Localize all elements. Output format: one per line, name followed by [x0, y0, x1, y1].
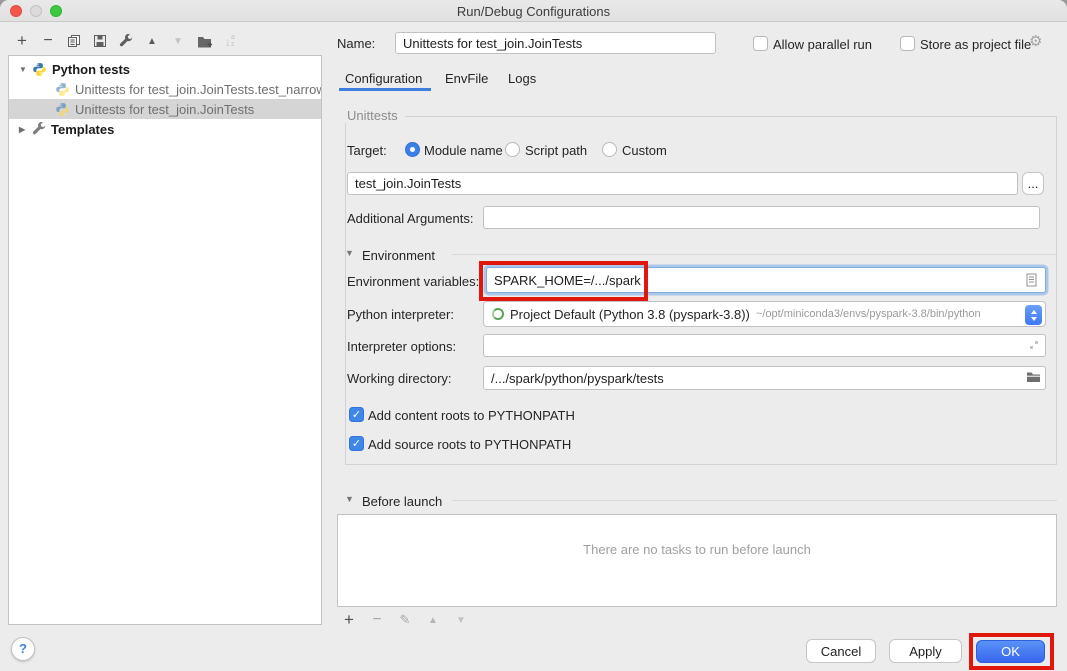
target-script-path-label: Script path: [525, 143, 587, 158]
section-divider: [452, 500, 1057, 501]
additional-arguments-label: Additional Arguments:: [347, 211, 473, 226]
edit-task-icon[interactable]: [396, 611, 414, 629]
python-icon: [55, 82, 70, 97]
add-configuration-icon[interactable]: [13, 32, 31, 50]
dropdown-stepper-icon[interactable]: [1025, 305, 1042, 325]
tab-envfile[interactable]: EnvFile: [445, 71, 488, 86]
name-input[interactable]: [395, 32, 716, 54]
remove-task-icon[interactable]: [368, 611, 386, 629]
configurations-toolbar: az: [13, 32, 239, 50]
annotation-ok-button: [969, 633, 1054, 670]
environment-variables-label: Environment variables:: [347, 274, 479, 289]
target-custom-label: Custom: [622, 143, 667, 158]
wrench-icon: [32, 122, 46, 136]
before-launch-empty-message: There are no tasks to run before launch: [337, 542, 1057, 557]
tree-node-label: Unittests for test_join.JoinTests.test_n…: [75, 82, 321, 97]
configurations-tree: Python tests Unittests for test_join.Joi…: [8, 55, 322, 625]
add-source-roots-label: Add source roots to PYTHONPATH: [368, 437, 571, 452]
add-content-roots-checkbox[interactable]: [349, 407, 364, 422]
store-options-gear-icon[interactable]: [1029, 32, 1042, 50]
interpreter-value: Project Default (Python 3.8 (pyspark-3.8…: [510, 307, 750, 322]
expand-icon[interactable]: [19, 125, 32, 134]
additional-arguments-input[interactable]: [483, 206, 1040, 229]
tab-configuration[interactable]: Configuration: [345, 71, 422, 86]
target-label: Target:: [347, 143, 387, 158]
move-task-down-icon[interactable]: [452, 611, 470, 629]
apply-button[interactable]: Apply: [889, 639, 962, 663]
active-tab-underline: [339, 88, 431, 91]
target-script-path-radio[interactable]: [505, 142, 520, 157]
python-interpreter-label: Python interpreter:: [347, 307, 454, 322]
before-launch-task-list: [337, 514, 1057, 607]
interpreter-options-input[interactable]: [483, 334, 1046, 357]
python-icon: [55, 102, 70, 117]
target-module-name-radio[interactable]: [405, 142, 420, 157]
tab-logs[interactable]: Logs: [508, 71, 536, 86]
move-up-icon[interactable]: [143, 32, 161, 50]
cancel-button[interactable]: Cancel: [806, 639, 876, 663]
python-icon: [32, 62, 47, 77]
environment-section-title: Environment: [362, 248, 435, 263]
title-bar: Run/Debug Configurations: [0, 0, 1067, 22]
add-source-roots-checkbox[interactable]: [349, 436, 364, 451]
browse-module-button[interactable]: ...: [1022, 172, 1044, 195]
before-launch-collapse-icon[interactable]: [345, 494, 354, 504]
tree-node-test-narrow[interactable]: Unittests for test_join.JoinTests.test_n…: [9, 79, 321, 99]
target-module-name-label: Module name: [424, 143, 503, 158]
add-content-roots-label: Add content roots to PYTHONPATH: [368, 408, 575, 423]
move-task-up-icon[interactable]: [424, 611, 442, 629]
copy-configuration-icon[interactable]: [65, 32, 83, 50]
new-folder-icon[interactable]: [195, 32, 213, 50]
add-task-icon[interactable]: [340, 611, 358, 629]
allow-parallel-run-checkbox[interactable]: [753, 36, 768, 51]
save-configuration-icon[interactable]: [91, 32, 109, 50]
browse-env-vars-icon[interactable]: [1026, 273, 1037, 287]
store-as-project-file-checkbox[interactable]: [900, 36, 915, 51]
unittests-group-title: Unittests: [344, 108, 405, 123]
tree-node-python-tests[interactable]: Python tests: [9, 59, 321, 79]
before-launch-toolbar: [340, 611, 470, 629]
edit-templates-icon[interactable]: [117, 32, 135, 50]
tree-node-label: Unittests for test_join.JoinTests: [75, 102, 254, 117]
annotation-env-vars: [479, 261, 648, 301]
name-label: Name:: [337, 36, 375, 51]
python-interpreter-select[interactable]: Project Default (Python 3.8 (pyspark-3.8…: [483, 301, 1046, 327]
working-directory-input[interactable]: [483, 366, 1046, 390]
move-down-icon[interactable]: [169, 32, 187, 50]
interpreter-path: ~/opt/miniconda3/envs/pyspark-3.8/bin/py…: [756, 308, 981, 320]
conda-env-icon: [492, 308, 504, 320]
tree-node-label: Python tests: [52, 62, 130, 77]
interpreter-options-label: Interpreter options:: [347, 339, 456, 354]
expand-field-icon[interactable]: [1028, 339, 1040, 351]
environment-collapse-icon[interactable]: [345, 248, 354, 258]
target-custom-radio[interactable]: [602, 142, 617, 157]
collapse-icon[interactable]: [19, 65, 32, 74]
section-divider: [452, 254, 1057, 255]
remove-configuration-icon[interactable]: [39, 32, 57, 50]
window-title: Run/Debug Configurations: [0, 4, 1067, 19]
working-directory-label: Working directory:: [347, 371, 452, 386]
before-launch-section-title: Before launch: [362, 494, 442, 509]
tree-node-jointests-selected[interactable]: Unittests for test_join.JoinTests: [9, 99, 321, 119]
help-button[interactable]: ?: [11, 637, 35, 661]
module-name-input[interactable]: [347, 172, 1018, 195]
tree-node-label: Templates: [51, 122, 114, 137]
run-debug-configurations-dialog: Run/Debug Configurations az Python: [0, 0, 1067, 671]
sort-configurations-icon[interactable]: az: [221, 32, 239, 50]
allow-parallel-run-label: Allow parallel run: [773, 37, 872, 52]
store-as-project-file-label: Store as project file: [920, 37, 1031, 52]
browse-folder-icon[interactable]: [1026, 371, 1041, 383]
tree-node-templates[interactable]: Templates: [9, 119, 321, 139]
